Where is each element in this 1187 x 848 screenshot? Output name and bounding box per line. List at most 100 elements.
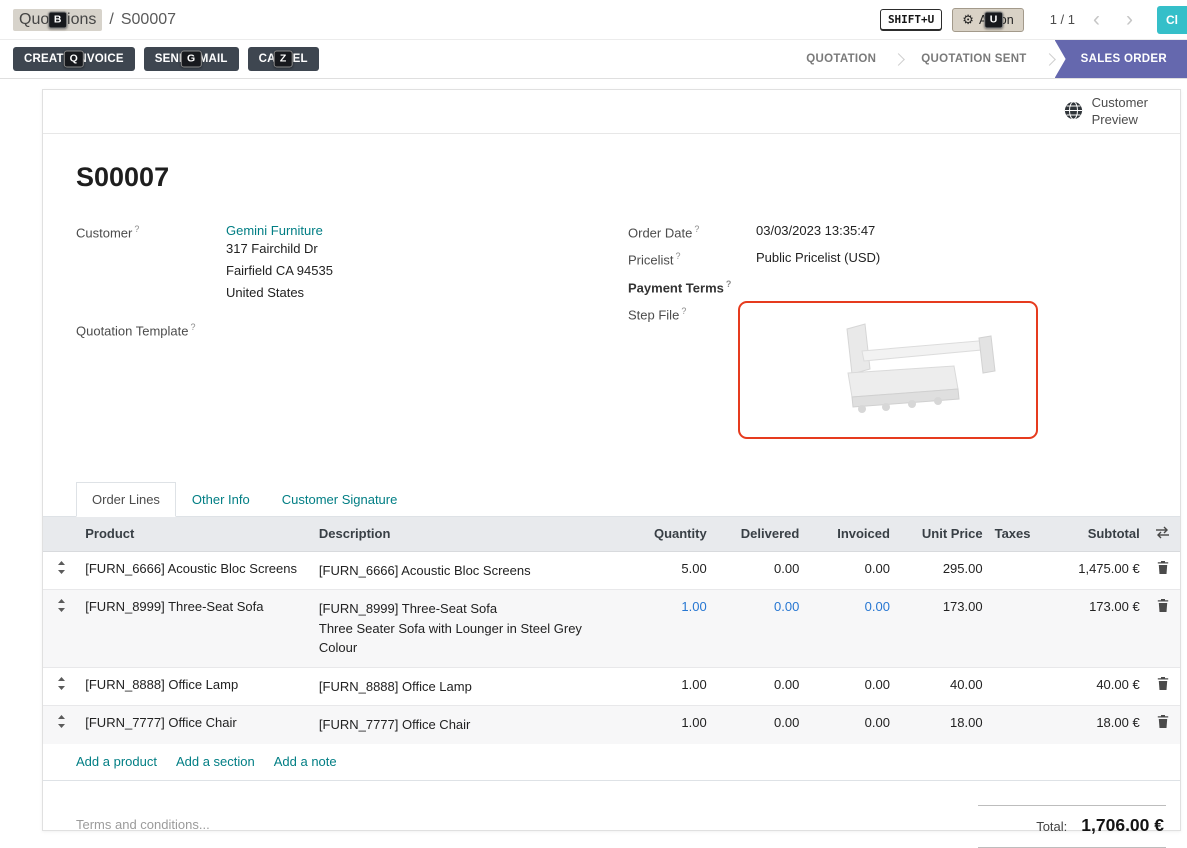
order-line-product[interactable]: [FURN_8888] Office Lamp <box>79 667 313 706</box>
order-line-unit-price[interactable]: 40.00 <box>896 667 989 706</box>
delivered-column-header[interactable]: Delivered <box>713 517 806 552</box>
drag-handle-icon[interactable] <box>57 677 66 693</box>
invoiced-column-header[interactable]: Invoiced <box>805 517 896 552</box>
add-note-link[interactable]: Add a note <box>274 754 337 769</box>
order-total: Total: 1,706.00 € <box>978 805 1166 848</box>
gear-icon: ⚙ <box>962 13 974 26</box>
order-line-quantity[interactable]: 5.00 <box>620 551 713 590</box>
form-sheet: Customer Preview S00007 Customer? Gemini… <box>42 89 1181 831</box>
order-line-unit-price[interactable]: 173.00 <box>896 590 989 668</box>
drag-handle-icon[interactable] <box>57 715 66 731</box>
terms-and-conditions-field[interactable]: Terms and conditions... <box>76 805 210 832</box>
order-line-row: [FURN_8999] Three-Seat Sofa [FURN_8999] … <box>43 590 1180 668</box>
tab-order-lines[interactable]: Order Lines <box>76 482 176 517</box>
order-line-description[interactable]: [FURN_7777] Office Chair <box>313 706 620 744</box>
help-icon: ? <box>681 306 686 316</box>
sheet-top-strip: Customer Preview <box>43 90 1180 134</box>
order-line-invoiced[interactable]: 0.00 <box>805 667 896 706</box>
optional-columns-header <box>1146 517 1180 552</box>
breadcrumb-quotations-link[interactable]: Quotations B <box>13 9 102 31</box>
order-line-delivered[interactable]: 0.00 <box>713 667 806 706</box>
step-file-label: Step File? <box>628 305 756 439</box>
subtotal-column-header[interactable]: Subtotal <box>1039 517 1146 552</box>
customer-preview-button[interactable]: Customer Preview <box>1058 94 1154 129</box>
order-line-product[interactable]: [FURN_7777] Office Chair <box>79 706 313 744</box>
field-order-date: Order Date? 03/03/2023 13:35:47 <box>628 223 1180 240</box>
help-icon: ? <box>134 224 139 234</box>
order-date-label: Order Date? <box>628 223 756 240</box>
order-line-description[interactable]: [FURN_8888] Office Lamp <box>313 667 620 706</box>
add-product-link[interactable]: Add a product <box>76 754 157 769</box>
order-line-product[interactable]: [FURN_6666] Acoustic Bloc Screens <box>79 551 313 590</box>
step-file-highlight-box <box>738 301 1038 439</box>
cancel-button[interactable]: CANCEL Z <box>248 47 319 71</box>
order-line-quantity[interactable]: 1.00 <box>620 590 713 668</box>
delete-line-icon[interactable] <box>1157 561 1169 577</box>
field-quotation-template[interactable]: Quotation Template? <box>76 321 628 338</box>
order-line-invoiced[interactable]: 0.00 <box>805 551 896 590</box>
action-menu-button[interactable]: ⚙ Action U <box>952 8 1023 32</box>
description-column-header[interactable]: Description <box>313 517 620 552</box>
total-value: 1,706.00 € <box>1081 815 1164 836</box>
order-line-taxes[interactable] <box>989 551 1039 590</box>
create-invoice-button[interactable]: CREATE INVOICE Q <box>13 47 135 71</box>
order-line-delivered[interactable]: 0.00 <box>713 551 806 590</box>
order-line-product[interactable]: [FURN_8999] Three-Seat Sofa <box>79 590 313 668</box>
drag-handle-icon[interactable] <box>57 599 66 615</box>
stage-sales-order[interactable]: SALES ORDER <box>1055 40 1187 78</box>
pricelist-label: Pricelist? <box>628 250 756 267</box>
pricelist-value[interactable]: Public Pricelist (USD) <box>756 250 880 267</box>
tab-other-info[interactable]: Other Info <box>176 482 266 517</box>
breadcrumb-record: S00007 <box>121 11 176 29</box>
pager: 1 / 1 <box>1050 12 1075 27</box>
stage-separator-icon <box>892 53 905 66</box>
sheet-footer: Terms and conditions... Total: 1,706.00 … <box>43 781 1180 848</box>
send-email-button[interactable]: SEND EMAIL G <box>144 47 239 71</box>
tab-customer-signature[interactable]: Customer Signature <box>266 482 414 517</box>
close-button[interactable]: Cl <box>1157 6 1187 34</box>
order-line-quantity[interactable]: 1.00 <box>620 667 713 706</box>
unit-price-column-header[interactable]: Unit Price <box>896 517 989 552</box>
order-line-taxes[interactable] <box>989 667 1039 706</box>
field-column-right: Order Date? 03/03/2023 13:35:47 Pricelis… <box>628 223 1180 449</box>
help-icon: ? <box>191 322 196 332</box>
drag-handle-icon[interactable] <box>57 561 66 577</box>
pager-next-icon[interactable]: › <box>1118 9 1141 30</box>
taxes-column-header[interactable]: Taxes <box>989 517 1039 552</box>
customer-preview-label: Customer Preview <box>1092 95 1148 128</box>
order-line-taxes[interactable] <box>989 590 1039 668</box>
pager-previous-icon[interactable]: ‹ <box>1085 9 1108 30</box>
top-navbar: Quotations B / S00007 SHIFT+U ⚙ Action U… <box>0 0 1187 40</box>
globe-icon <box>1064 101 1083 123</box>
order-line-description[interactable]: [FURN_6666] Acoustic Bloc Screens <box>313 551 620 590</box>
customer-link[interactable]: Gemini Furniture <box>226 223 323 238</box>
add-section-link[interactable]: Add a section <box>176 754 255 769</box>
field-pricelist: Pricelist? Public Pricelist (USD) <box>628 250 1180 267</box>
field-payment-terms[interactable]: Payment Terms? <box>628 278 1180 295</box>
stage-quotation[interactable]: QUOTATION <box>789 40 893 78</box>
stage-quotation-sent[interactable]: QUOTATION SENT <box>904 40 1043 78</box>
order-line-row: [FURN_7777] Office Chair [FURN_7777] Off… <box>43 706 1180 744</box>
step-file-3d-preview <box>750 309 1026 430</box>
optional-columns-icon[interactable] <box>1155 526 1170 542</box>
order-line-invoiced[interactable]: 0.00 <box>805 706 896 744</box>
order-line-delivered[interactable]: 0.00 <box>713 706 806 744</box>
order-line-delivered[interactable]: 0.00 <box>713 590 806 668</box>
order-line-invoiced[interactable]: 0.00 <box>805 590 896 668</box>
order-date-value[interactable]: 03/03/2023 13:35:47 <box>756 223 875 240</box>
order-line-unit-price[interactable]: 18.00 <box>896 706 989 744</box>
customer-label: Customer? <box>76 223 226 303</box>
delete-line-icon[interactable] <box>1157 677 1169 693</box>
product-column-header[interactable]: Product <box>79 517 313 552</box>
hotkey-badge-breadcrumb: B <box>48 11 68 28</box>
handle-column-header <box>43 517 79 552</box>
order-line-description[interactable]: [FURN_8999] Three-Seat SofaThree Seater … <box>313 590 620 668</box>
delete-line-icon[interactable] <box>1157 599 1169 615</box>
order-line-subtotal: 40.00 € <box>1039 667 1146 706</box>
order-line-quantity[interactable]: 1.00 <box>620 706 713 744</box>
quantity-column-header[interactable]: Quantity <box>620 517 713 552</box>
delete-line-icon[interactable] <box>1157 715 1169 731</box>
page-title: S00007 <box>76 162 1180 193</box>
order-line-unit-price[interactable]: 295.00 <box>896 551 989 590</box>
order-line-taxes[interactable] <box>989 706 1039 744</box>
